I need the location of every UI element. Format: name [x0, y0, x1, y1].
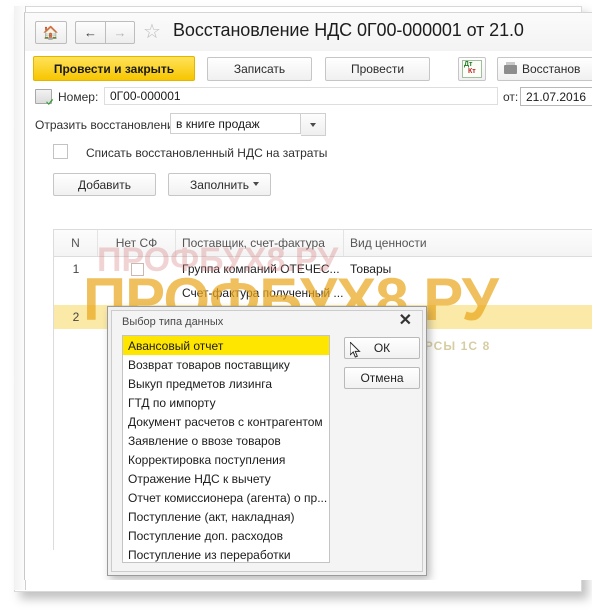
number-input[interactable]: 0Г00-000001 — [104, 87, 498, 105]
table-row-sub[interactable]: Счет-фактура полученный ... — [54, 281, 592, 305]
debit-credit-button[interactable]: Дт Кт — [458, 57, 486, 81]
list-item[interactable]: Поступление из переработки — [123, 545, 329, 562]
number-row: Номер: 0Г00-000001 от: 21.07.2016 — [25, 87, 592, 113]
home-icon: 🏠 — [42, 25, 60, 40]
list-item[interactable]: Отчет комиссионера (агента) о пр... — [123, 488, 329, 507]
add-row-button[interactable]: Добавить — [53, 173, 156, 196]
dialog-title: Выбор типа данных — [122, 316, 224, 328]
reflect-label: Отразить восстановление: — [35, 118, 184, 132]
command-bar: Провести и закрыть Записать Провести Дт … — [25, 51, 592, 87]
list-item[interactable]: Возврат товаров поставщику — [123, 355, 329, 374]
chevron-down-icon[interactable] — [253, 182, 259, 186]
arrow-right-icon: → — [113, 25, 127, 40]
row-kind[interactable]: Товары — [344, 257, 592, 281]
forward-button[interactable]: → — [105, 21, 135, 44]
title-bar: 🏠 ← → ☆ Восстановление НДС 0Г00-000001 о… — [25, 13, 592, 52]
dialog-inner-frame: Выбор типа данных ✕ Авансовый отчет Возв… — [111, 310, 423, 572]
window-client-area: 🏠 ← → ☆ Восстановление НДС 0Г00-000001 о… — [24, 12, 592, 580]
list-item[interactable]: Отражение НДС к вычету — [123, 469, 329, 488]
nav-home-group: 🏠 — [35, 21, 67, 44]
row-number: 2 — [72, 310, 80, 324]
chevron-down-icon — [310, 122, 316, 127]
list-item[interactable]: Документ расчетов с контрагентом — [123, 412, 329, 431]
cancel-button[interactable]: Отмена — [344, 367, 420, 389]
row-supplier[interactable]: Группа компаний ОТЕЧЕС... — [176, 257, 344, 281]
arrow-left-icon: ← — [84, 25, 97, 40]
post-and-close-button[interactable]: Провести и закрыть — [33, 56, 195, 81]
list-item[interactable]: Поступление (акт, накладная) — [123, 507, 329, 526]
date-input[interactable]: 21.07.2016 — [520, 87, 592, 106]
column-header-supplier: Поставщик, счет-фактура — [176, 230, 344, 256]
no-invoice-checkbox[interactable] — [130, 262, 144, 276]
reflect-dropdown-button[interactable] — [301, 113, 326, 136]
locked-record-icon — [35, 89, 52, 104]
app-window: 🏠 ← → ☆ Восстановление НДС 0Г00-000001 о… — [25, 13, 592, 580]
row-invoice-link[interactable]: Счет-фактура полученный ... — [176, 281, 344, 305]
row-no-invoice-cell[interactable] — [98, 257, 176, 281]
column-header-kind: Вид ценности — [350, 236, 427, 250]
back-button[interactable]: ← — [75, 21, 105, 44]
writeoff-checkbox[interactable] — [53, 144, 68, 159]
writeoff-row: Списать восстановленный НДС на затраты — [25, 144, 592, 173]
column-header-no-invoice: Нет СФ — [98, 230, 176, 256]
close-icon[interactable]: ✕ — [399, 313, 412, 329]
debit-credit-icon: Дт Кт — [462, 60, 482, 78]
printer-icon — [504, 61, 517, 74]
list-item[interactable]: Поступление доп. расходов — [123, 526, 329, 545]
nav-history-group: ← → — [75, 21, 135, 44]
credit-label: Кт — [468, 68, 476, 75]
date-label: от: — [503, 90, 519, 104]
reflect-select[interactable]: в книге продаж — [170, 113, 301, 134]
debit-label: Дт — [464, 61, 473, 68]
row-number: 1 — [72, 262, 80, 276]
list-item[interactable]: Выкуп предметов лизинга — [123, 374, 329, 393]
list-item[interactable]: ГТД по импорту — [123, 393, 329, 412]
home-button[interactable]: 🏠 — [35, 21, 67, 44]
write-button[interactable]: Записать — [207, 57, 312, 81]
data-type-list[interactable]: Авансовый отчет Возврат товаров поставщи… — [122, 335, 330, 563]
table-row[interactable]: 1 Группа компаний ОТЕЧЕС... Товары — [54, 257, 592, 281]
column-header-n: N — [54, 230, 98, 256]
post-button[interactable]: Провести — [325, 57, 430, 81]
star-icon[interactable]: ☆ — [143, 22, 161, 42]
list-item[interactable]: Корректировка поступления — [123, 450, 329, 469]
mouse-cursor — [350, 342, 361, 358]
print-button-label: Восстанов — [522, 62, 581, 76]
print-button[interactable]: Восстанов — [497, 57, 592, 81]
list-item[interactable]: Авансовый отчет — [123, 336, 329, 355]
table-actions-row: Добавить Заполнить — [25, 173, 592, 203]
reflect-row: Отразить восстановление: в книге продаж — [25, 113, 592, 144]
table-header: N Нет СФ Поставщик, счет-фактура Вид цен… — [54, 230, 592, 257]
document-form: Номер: 0Г00-000001 от: 21.07.2016 Отрази… — [25, 87, 592, 203]
writeoff-label: Списать восстановленный НДС на затраты — [86, 146, 328, 160]
list-item[interactable]: Заявление о ввозе товаров — [123, 431, 329, 450]
page-title: Восстановление НДС 0Г00-000001 от 21.0 — [173, 20, 524, 40]
screenshot-root: 🏠 ← → ☆ Восстановление НДС 0Г00-000001 о… — [0, 0, 592, 615]
data-type-dialog: Выбор типа данных ✕ Авансовый отчет Возв… — [107, 306, 427, 576]
number-label: Номер: — [58, 90, 99, 104]
